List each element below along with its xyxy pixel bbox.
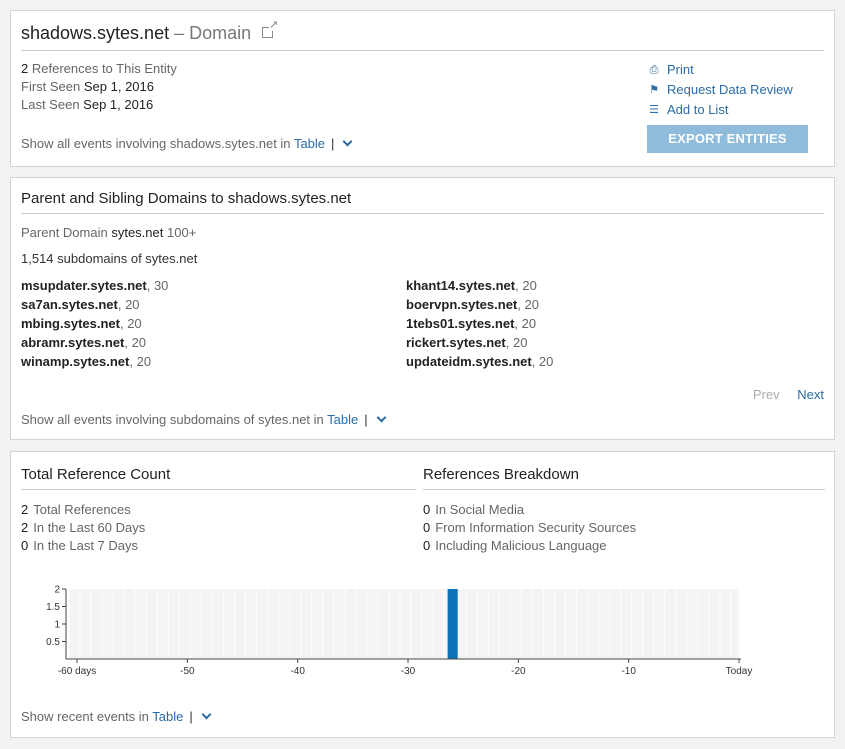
show-events-text: Show recent events in: [21, 709, 149, 724]
x-ticks: -60 days -50 -40 -30 -20 -10 Today: [58, 659, 752, 677]
y-tick-label: 2: [54, 585, 60, 596]
list-icon: ☰: [649, 104, 659, 116]
list-item[interactable]: sa7an.sytes.net, 20: [21, 295, 168, 314]
show-events-text: Show all events involving subdomains of …: [21, 412, 324, 427]
last-seen-value: Sep 1, 2016: [83, 97, 154, 112]
list-item[interactable]: rickert.sytes.net, 20: [406, 333, 553, 352]
references-label: References to This Entity: [31, 61, 177, 76]
siblings-panel: Parent and Sibling Domains to shadows.sy…: [10, 177, 835, 440]
x-tick-label: -50: [180, 666, 195, 677]
total-stats: 2 Total References 2 In the Last 60 Days 0…: [21, 501, 145, 555]
print-link[interactable]: ⎙ Print: [647, 60, 793, 80]
list-item[interactable]: msupdater.sytes.net, 30: [21, 276, 168, 295]
reference-timeline-chart: 0.5 1 1.5 2 -60 days -50 -40 -30 -20 -10 Today: [46, 585, 752, 678]
next-button[interactable]: Next: [797, 387, 824, 402]
parent-domain-label: Parent Domain: [21, 225, 108, 240]
show-subdomain-events-row: Show all events involving subdomains of …: [21, 411, 387, 429]
table-link[interactable]: Table: [327, 412, 358, 427]
list-item[interactable]: updateidm.sytes.net, 20: [406, 352, 553, 371]
plot-background: [69, 589, 739, 659]
entity-type: – Domain: [174, 23, 252, 43]
first-seen-value: Sep 1, 2016: [83, 79, 154, 94]
print-icon: ⎙: [649, 64, 659, 76]
last-seen-label: Last Seen: [21, 97, 80, 112]
first-seen-label: First Seen: [21, 79, 81, 94]
entity-title: shadows.sytes.net – Domain: [21, 20, 824, 51]
total-count-title: Total Reference Count: [21, 466, 416, 490]
x-tick-label: -10: [621, 666, 636, 677]
entity-stats: 2 References to This Entity First Seen S…: [21, 60, 177, 114]
sibling-list-left: msupdater.sytes.net, 30 sa7an.sytes.net,…: [21, 276, 168, 371]
subdomain-summary: 1,514 subdomains of sytes.net: [21, 251, 198, 266]
x-tick-label: -40: [290, 666, 305, 677]
siblings-title: Parent and Sibling Domains to shadows.sy…: [21, 190, 824, 214]
list-item[interactable]: mbing.sytes.net, 20: [21, 314, 168, 333]
table-link[interactable]: Table: [294, 136, 325, 151]
list-item[interactable]: boervpn.sytes.net, 20: [406, 295, 553, 314]
show-events-text: Show all events involving shadows.sytes.…: [21, 136, 291, 151]
chevron-down-icon[interactable]: [342, 136, 353, 147]
list-item[interactable]: 1tebs01.sytes.net, 20: [406, 314, 553, 333]
entity-panel: shadows.sytes.net – Domain 2 References …: [10, 10, 835, 167]
separator: |: [189, 709, 193, 724]
stat-row: 2 Total References: [21, 502, 131, 517]
breakdown-stats: 0 In Social Media 0 From Information Secur…: [423, 501, 636, 555]
x-tick-label: -20: [511, 666, 526, 677]
parent-domain-value[interactable]: sytes.net: [111, 225, 163, 240]
x-tick-label: -60 days: [58, 666, 96, 677]
stat-row: 0 In Social Media: [423, 502, 525, 517]
x-tick-label: -30: [401, 666, 416, 677]
bar: [447, 589, 458, 659]
separator: |: [364, 412, 368, 427]
y-ticks: 0.5 1 1.5 2: [46, 585, 66, 648]
stat-row: 0 Including Malicious Language: [423, 538, 607, 553]
y-tick-label: 0.5: [46, 637, 60, 648]
y-tick-label: 1.5: [46, 602, 60, 613]
external-link-icon[interactable]: [262, 20, 279, 38]
stat-row: 2 In the Last 60 Days: [21, 520, 146, 535]
references-count: 2: [21, 61, 29, 76]
stat-row: 0 In the Last 7 Days: [21, 538, 139, 553]
sibling-list-right: khant14.sytes.net, 20 boervpn.sytes.net,…: [406, 276, 553, 371]
parent-domain-row: Parent Domain sytes.net 100+: [21, 224, 196, 242]
list-item[interactable]: winamp.sytes.net, 20: [21, 352, 168, 371]
prev-button[interactable]: Prev: [753, 387, 780, 402]
show-recent-events-row: Show recent events in Table |: [21, 708, 212, 726]
add-to-list-label: Add to List: [667, 102, 729, 117]
separator: |: [331, 136, 335, 151]
parent-domain-count: 100+: [167, 225, 197, 240]
x-tick-label: Today: [726, 666, 753, 677]
reference-count-panel: Total Reference Count References Breakdo…: [10, 451, 835, 738]
add-to-list-link[interactable]: ☰ Add to List: [647, 100, 793, 120]
flag-icon: ⚑: [649, 84, 659, 96]
breakdown-title: References Breakdown: [423, 466, 825, 490]
stat-row: 0 From Information Security Sources: [423, 520, 637, 535]
y-tick-label: 1: [54, 620, 60, 631]
print-label: Print: [667, 62, 694, 77]
list-item[interactable]: abramr.sytes.net, 20: [21, 333, 168, 352]
entity-name: shadows.sytes.net: [21, 23, 170, 43]
show-events-row: Show all events involving shadows.sytes.…: [21, 135, 353, 153]
chevron-down-icon[interactable]: [376, 412, 387, 423]
pagination: Prev Next: [753, 387, 824, 402]
request-review-link[interactable]: ⚑ Request Data Review: [647, 80, 793, 100]
list-item[interactable]: khant14.sytes.net, 20: [406, 276, 553, 295]
chevron-down-icon[interactable]: [201, 709, 212, 720]
table-link[interactable]: Table: [152, 709, 183, 724]
bars: [447, 589, 458, 659]
export-entities-button[interactable]: EXPORT ENTITIES: [647, 125, 808, 153]
request-review-label: Request Data Review: [667, 82, 793, 97]
actions-list: ⎙ Print ⚑ Request Data Review ☰ Add to List: [647, 60, 793, 120]
